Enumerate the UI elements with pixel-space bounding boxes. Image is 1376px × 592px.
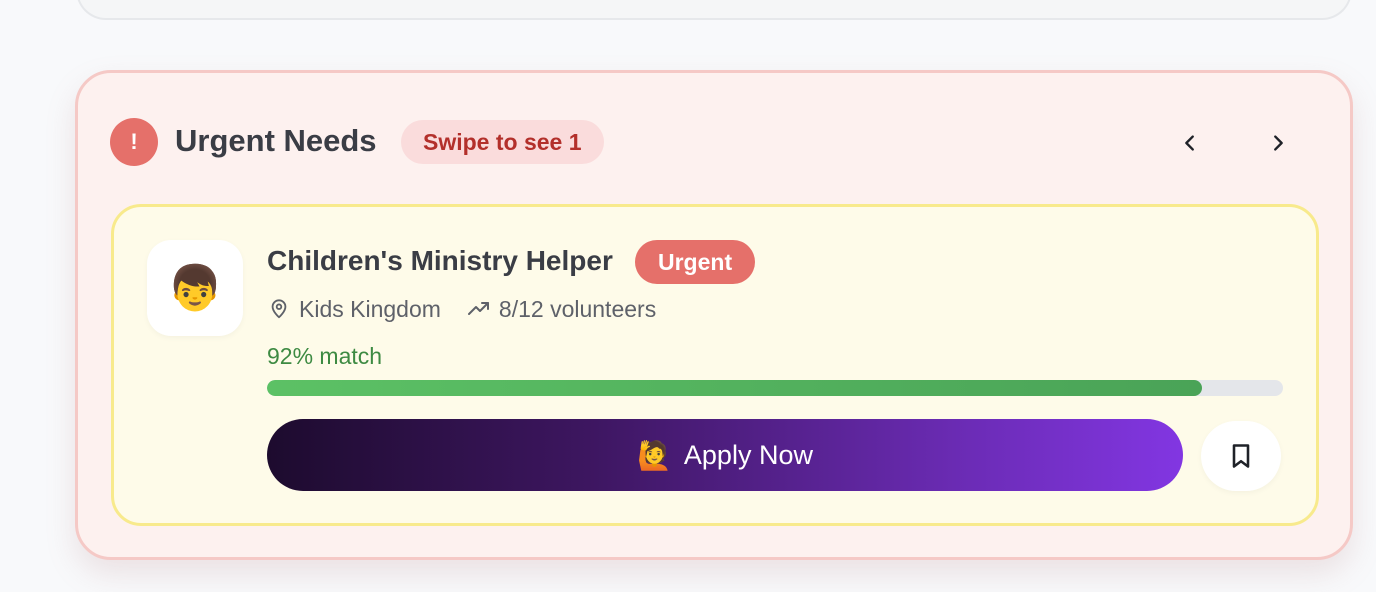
raising-hand-icon: 🙋 [637,439,672,471]
apply-now-button[interactable]: 🙋 Apply Now [267,419,1183,491]
need-card[interactable]: 👦 Children's Ministry Helper Urgent Kids… [111,204,1319,526]
location-label: Kids Kingdom [299,295,441,322]
trending-up-icon [467,297,491,321]
urgent-needs-title: Urgent Needs [175,123,377,158]
chevron-left-icon [1185,135,1194,151]
bookmark-icon [1232,444,1250,468]
match-progress-bar [267,380,1283,396]
need-title: Children's Ministry Helper [267,245,613,276]
urgent-badge: Urgent [635,240,756,284]
previous-section-card [76,0,1352,20]
ministry-avatar: 👦 [147,240,243,336]
need-meta: Kids Kingdom 8/12 volunteers [267,294,656,324]
match-label: 92% match [267,343,383,369]
urgent-needs-panel: ! Urgent Needs Swipe to see 1 👦 Children… [75,70,1353,560]
swipe-count-badge: Swipe to see 1 [401,120,604,164]
next-button[interactable] [1256,121,1300,165]
previous-button[interactable] [1168,121,1212,165]
map-pin-icon [267,297,291,321]
bookmark-button[interactable] [1201,421,1281,491]
apply-now-label: Apply Now [683,439,813,470]
match-progress-fill [267,380,1202,396]
volunteer-count: 8/12 volunteers [498,295,657,322]
chevron-right-icon [1274,135,1283,151]
alert-icon: ! [110,118,158,166]
